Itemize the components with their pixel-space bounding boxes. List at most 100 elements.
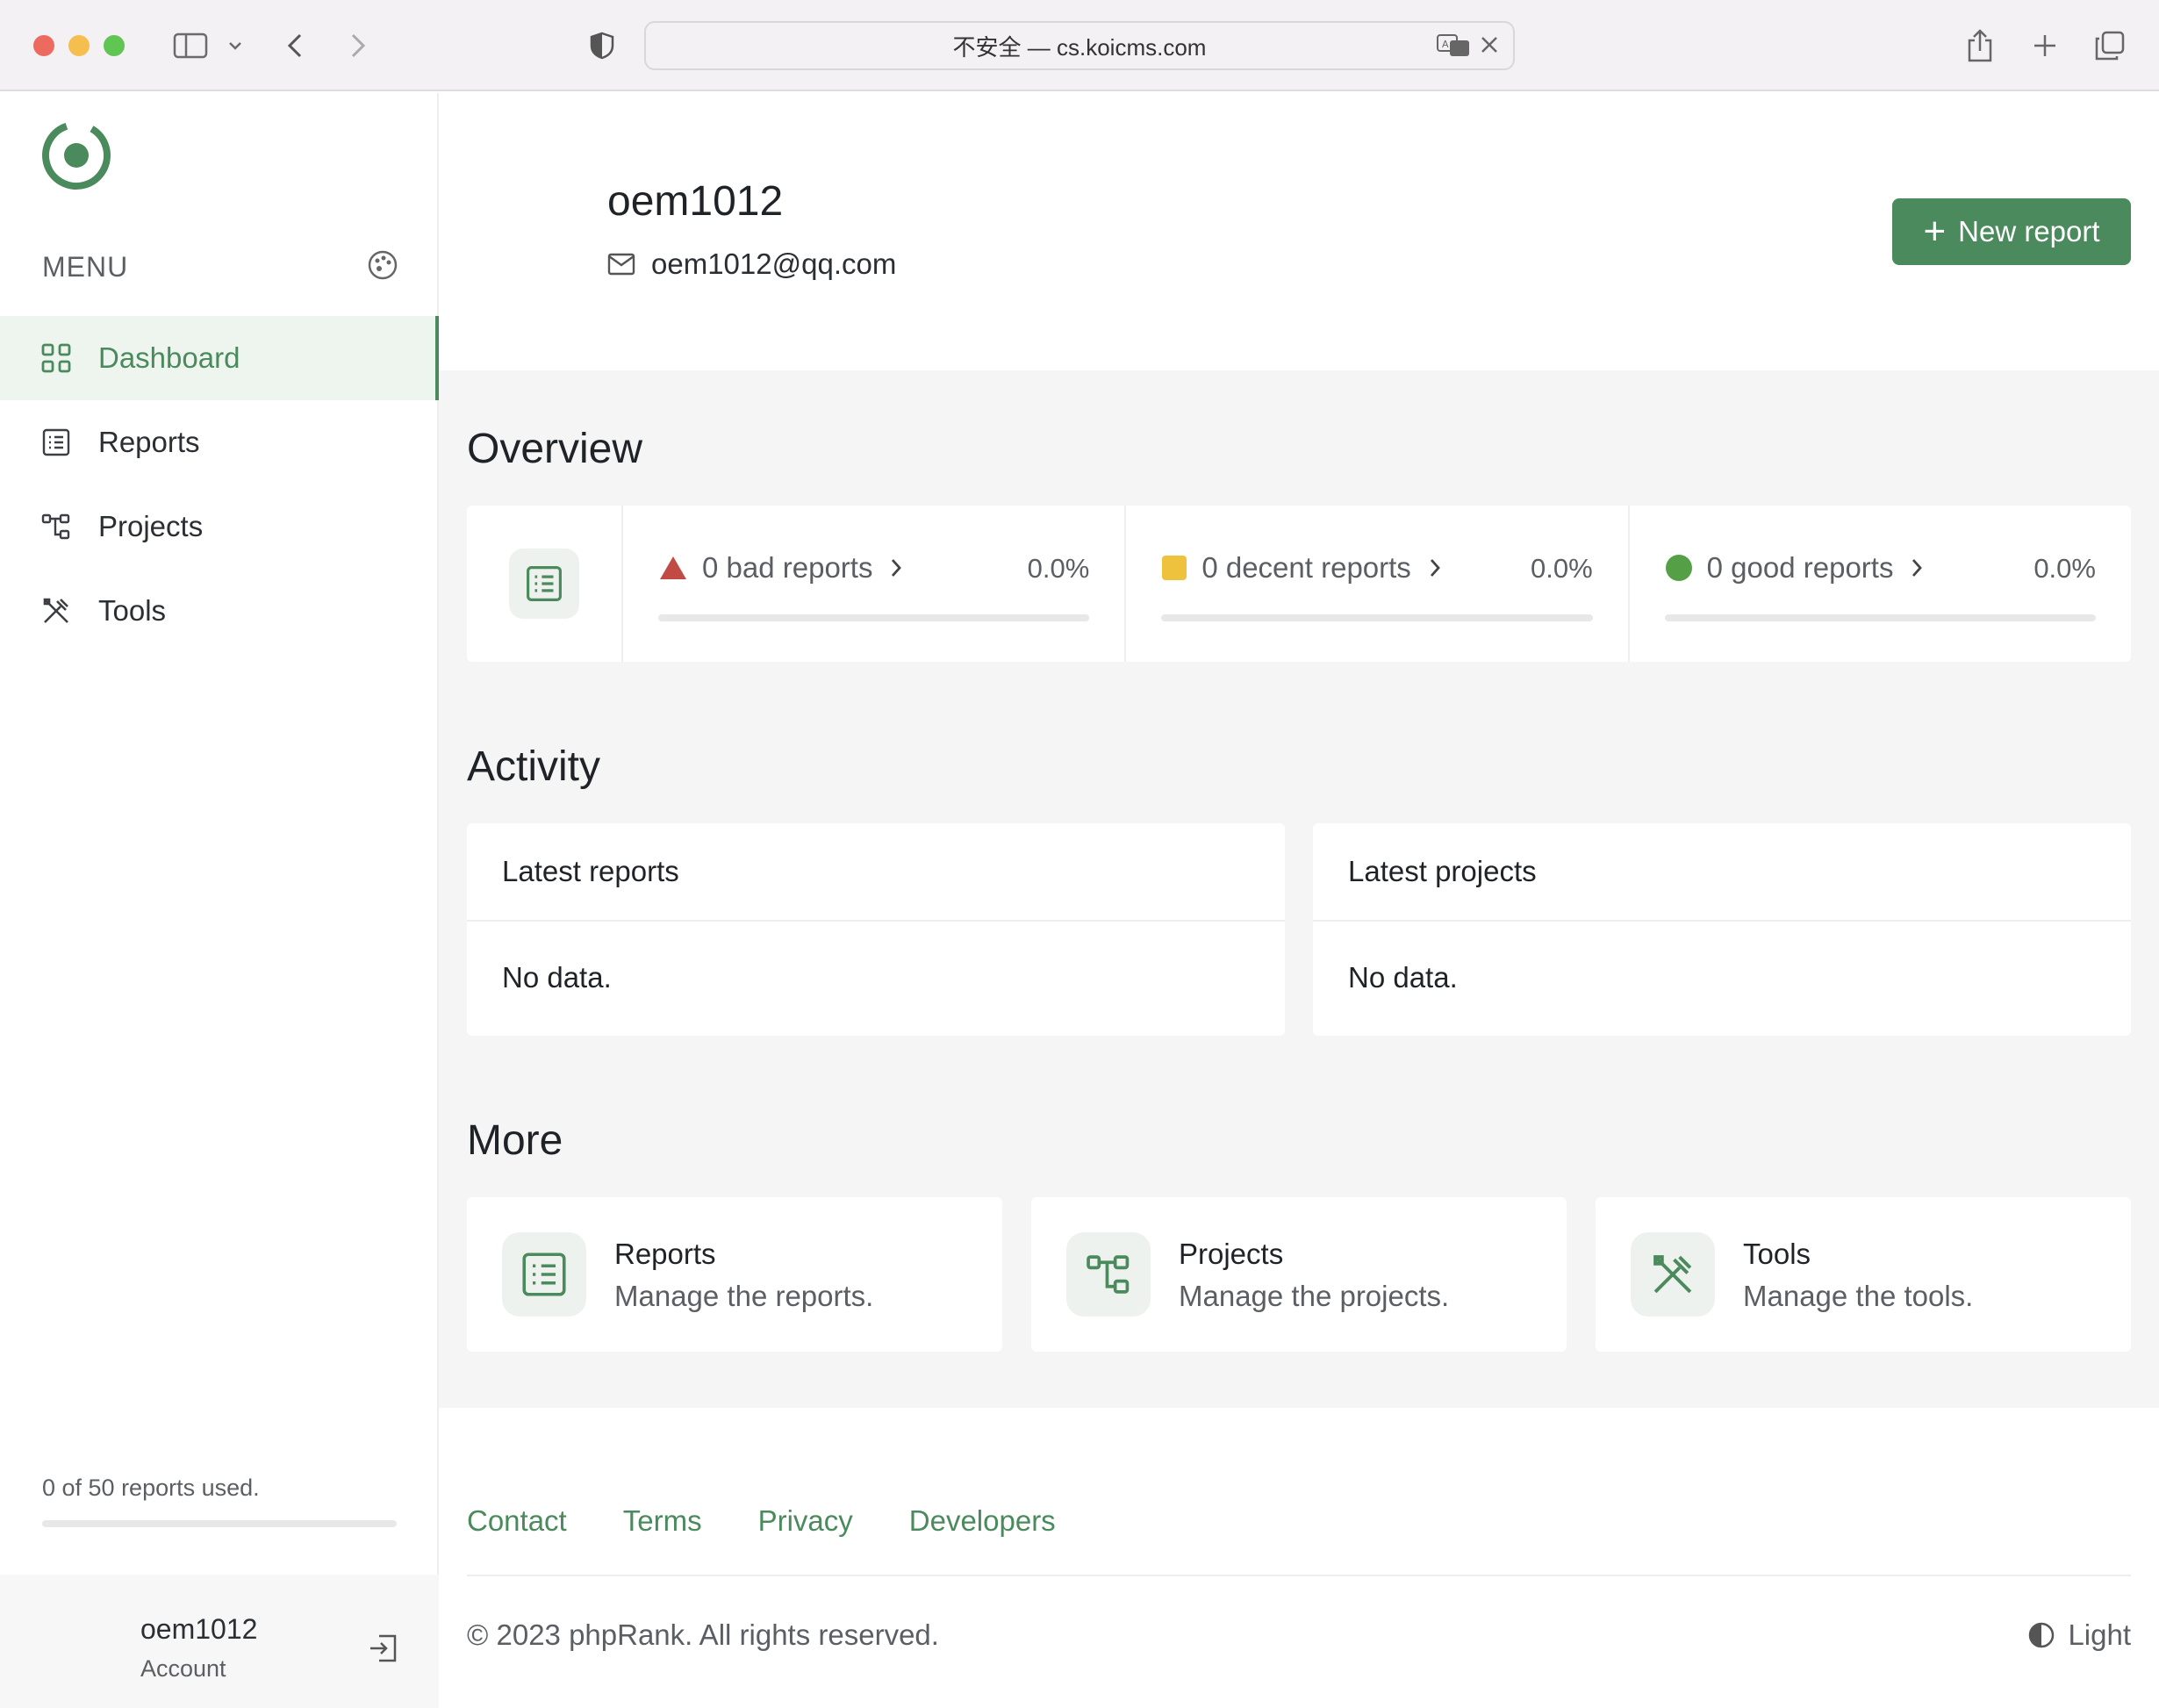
- menu-label: MENU: [42, 251, 129, 283]
- sidebar-item-label: Dashboard: [98, 341, 240, 374]
- latest-projects-card: Latest projects No data.: [1313, 823, 2131, 1036]
- more-card-tools[interactable]: Tools Manage the tools.: [1596, 1197, 2131, 1352]
- privacy-shield-icon[interactable]: [586, 23, 618, 68]
- mail-icon: [607, 253, 635, 276]
- green-circle-icon: [1665, 554, 1693, 582]
- sidebar-item-tools[interactable]: Tools: [0, 569, 439, 653]
- more-card-projects[interactable]: Projects Manage the projects.: [1031, 1197, 1567, 1352]
- bad-reports-cell[interactable]: 0 bad reports 0.0%: [623, 506, 1127, 662]
- sidebar-item-dashboard[interactable]: Dashboard: [0, 316, 439, 400]
- chevron-right-icon: [1911, 557, 1923, 578]
- forward-icon[interactable]: [342, 23, 374, 68]
- overview-panel: 0 bad reports 0.0% 0 decent reports 0.0%: [467, 506, 2131, 662]
- account-subtitle: Account: [140, 1655, 226, 1682]
- sidebar-item-projects[interactable]: Projects: [0, 484, 439, 569]
- more-card-desc: Manage the tools.: [1743, 1280, 1974, 1312]
- dashboard-grid-icon: [40, 342, 72, 374]
- overview-icon-cell: [467, 506, 623, 662]
- more-card-title: Tools: [1743, 1238, 1811, 1270]
- overview-title: Overview: [467, 426, 643, 472]
- yellow-square-icon: [1161, 555, 1187, 581]
- address-text: 不安全 — cs.koicms.com: [952, 33, 1207, 61]
- good-reports-progress-bar: [1664, 614, 2096, 621]
- footer-link-terms[interactable]: Terms: [623, 1504, 702, 1538]
- tabs-overview-icon[interactable]: [2092, 23, 2127, 68]
- decent-reports-label: 0 decent reports: [1201, 551, 1411, 584]
- main-content: oem1012 oem1012@qq.com + New report Over…: [439, 93, 2159, 1708]
- window-zoom-button[interactable]: [104, 35, 125, 56]
- chevron-right-icon: [1429, 557, 1441, 578]
- reports-list-icon: [502, 1232, 586, 1317]
- theme-label: Light: [2068, 1618, 2131, 1651]
- latest-reports-empty: No data.: [502, 961, 612, 994]
- tools-icon: [1631, 1232, 1715, 1317]
- good-reports-percent: 0.0%: [2033, 553, 2096, 584]
- usage-progress-bar: [42, 1520, 397, 1527]
- user-email: oem1012@qq.com: [607, 248, 896, 281]
- bad-reports-progress-bar: [658, 614, 1090, 621]
- latest-projects-empty: No data.: [1348, 961, 1458, 994]
- footer-link-privacy[interactable]: Privacy: [758, 1504, 853, 1538]
- reports-list-icon: [40, 427, 72, 458]
- decent-reports-percent: 0.0%: [1530, 553, 1593, 584]
- more-card-reports[interactable]: Reports Manage the reports.: [467, 1197, 1002, 1352]
- account-name: oem1012: [140, 1613, 258, 1645]
- footer: Contact Terms Privacy Developers © 2023 …: [439, 1408, 2159, 1708]
- latest-reports-title: Latest reports: [467, 823, 1285, 922]
- back-icon[interactable]: [279, 23, 311, 68]
- decent-reports-cell[interactable]: 0 decent reports 0.0%: [1126, 506, 1630, 662]
- tools-icon: [40, 595, 72, 627]
- copyright-text: © 2023 phpRank. All rights reserved.: [467, 1618, 939, 1651]
- sidebar-item-label: Tools: [98, 594, 167, 627]
- browser-toolbar: 不安全 — cs.koicms.com A: [0, 0, 2159, 91]
- projects-flow-icon: [40, 511, 72, 542]
- good-reports-cell[interactable]: 0 good reports 0.0%: [1630, 506, 2131, 662]
- page-header: oem1012 oem1012@qq.com + New report: [439, 93, 2159, 370]
- account-panel[interactable]: oem1012 Account: [0, 1575, 439, 1708]
- decent-reports-progress-bar: [1161, 614, 1593, 621]
- footer-links: Contact Terms Privacy Developers: [467, 1504, 1112, 1538]
- window-close-button[interactable]: [33, 35, 54, 56]
- close-icon[interactable]: [1478, 33, 1501, 62]
- more-card-title: Projects: [1179, 1238, 1284, 1270]
- sidebar-item-label: Reports: [98, 426, 200, 458]
- projects-flow-icon: [1066, 1232, 1151, 1317]
- translate-icon[interactable]: A: [1436, 33, 1471, 64]
- good-reports-label: 0 good reports: [1706, 551, 1894, 584]
- plus-icon: +: [1923, 210, 1947, 253]
- sidebar-item-reports[interactable]: Reports: [0, 400, 439, 484]
- palette-icon[interactable]: [367, 249, 398, 281]
- footer-link-developers[interactable]: Developers: [909, 1504, 1056, 1538]
- more-card-title: Reports: [614, 1238, 716, 1270]
- sidebar-toggle-icon[interactable]: [169, 23, 212, 68]
- sidebar-item-label: Projects: [98, 510, 204, 542]
- theme-toggle[interactable]: Light: [2027, 1618, 2131, 1652]
- chevron-right-icon: [890, 557, 902, 578]
- reports-list-icon: [509, 549, 579, 619]
- more-card-desc: Manage the reports.: [614, 1280, 874, 1312]
- latest-reports-card: Latest reports No data.: [467, 823, 1285, 1036]
- logout-icon[interactable]: [367, 1633, 398, 1664]
- window-minimize-button[interactable]: [68, 35, 90, 56]
- share-icon[interactable]: [1962, 23, 1998, 68]
- user-email-text: oem1012@qq.com: [651, 248, 897, 280]
- app-logo-icon[interactable]: [40, 119, 112, 191]
- svg-text:A: A: [1442, 39, 1449, 50]
- bad-reports-percent: 0.0%: [1027, 553, 1090, 584]
- sidebar: MENU Dashboard Reports Projects Tools 0 …: [0, 93, 439, 1708]
- chevron-down-icon[interactable]: [225, 23, 246, 68]
- address-bar[interactable]: 不安全 — cs.koicms.com A: [644, 21, 1515, 70]
- more-title: More: [467, 1117, 563, 1164]
- usage-text: 0 of 50 reports used.: [42, 1475, 260, 1501]
- new-report-button[interactable]: + New report: [1892, 198, 2131, 265]
- new-report-label: New report: [1958, 215, 2100, 248]
- new-tab-icon[interactable]: [2027, 23, 2062, 68]
- more-card-desc: Manage the projects.: [1179, 1280, 1450, 1312]
- activity-title: Activity: [467, 743, 601, 790]
- footer-divider: [467, 1575, 2131, 1576]
- footer-link-contact[interactable]: Contact: [467, 1504, 567, 1538]
- bad-reports-label: 0 bad reports: [702, 551, 873, 584]
- page-title: oem1012: [607, 178, 784, 225]
- warning-triangle-icon: [658, 555, 688, 581]
- contrast-icon: [2027, 1621, 2055, 1649]
